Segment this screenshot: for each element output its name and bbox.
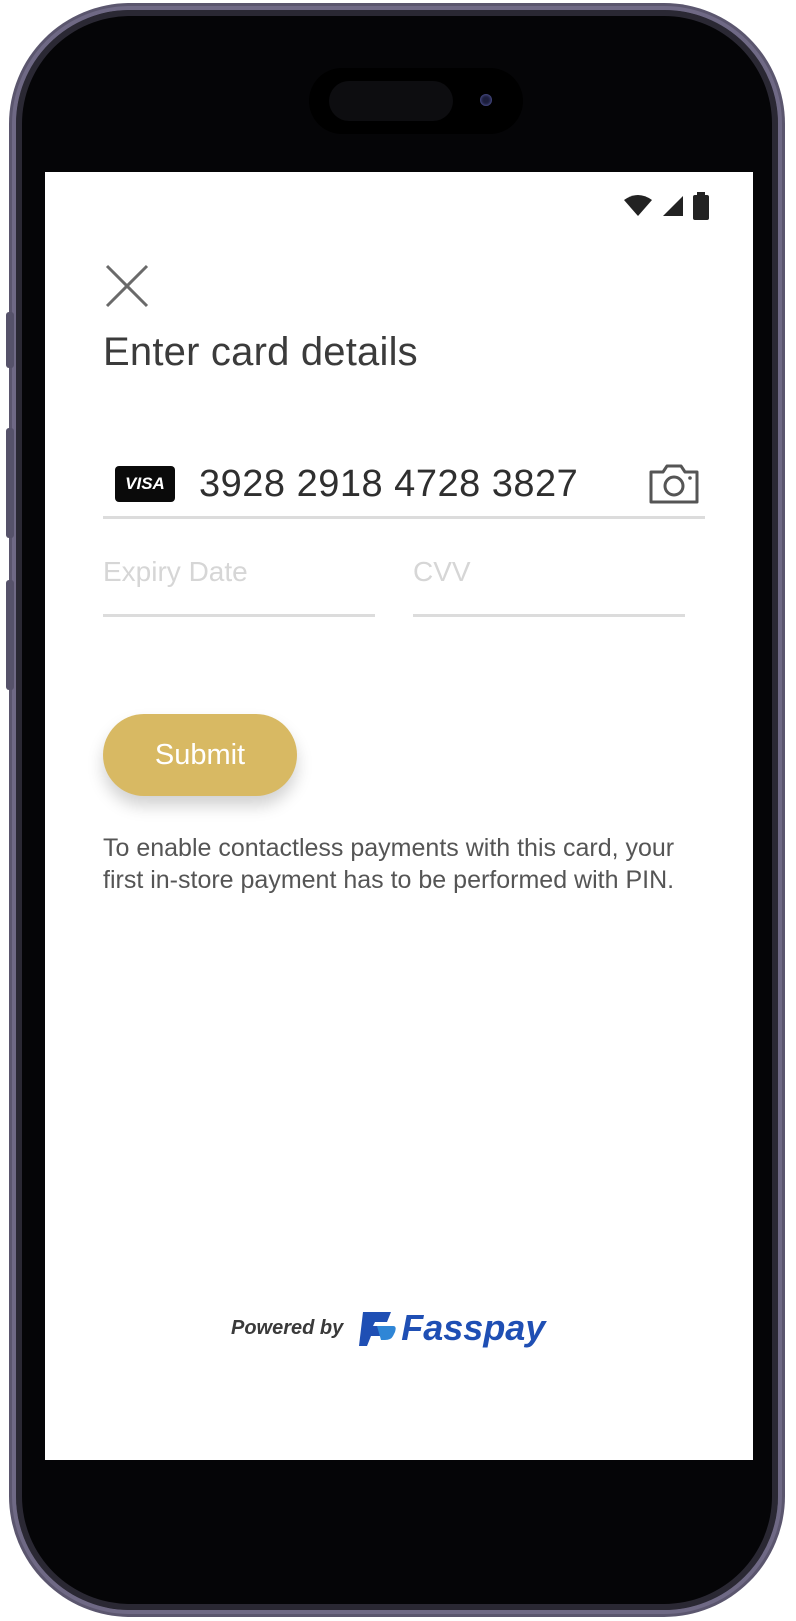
cvv-input[interactable] [413, 556, 685, 588]
expiry-date-input[interactable] [103, 556, 375, 588]
card-number-input[interactable] [199, 458, 639, 510]
visa-logo: VISA [115, 466, 175, 502]
battery-icon [693, 192, 709, 220]
island-sensor [329, 81, 453, 121]
powered-by: Powered by Fasspay [231, 1307, 545, 1349]
front-camera [480, 94, 492, 106]
contactless-notice: To enable contactless payments with this… [103, 834, 675, 894]
camera-icon [649, 464, 699, 504]
page-title: Enter card details [103, 330, 418, 374]
close-icon [105, 264, 149, 308]
fasspay-mark-icon [359, 1312, 396, 1346]
scan-card-button[interactable] [647, 462, 701, 506]
expiry-date-field[interactable] [103, 540, 375, 617]
wifi-icon [624, 195, 652, 216]
powered-by-label: Powered by [231, 1316, 344, 1339]
card-number-field[interactable]: VISA [103, 458, 705, 519]
fasspay-wordmark: Fasspay [401, 1307, 546, 1348]
cvv-field[interactable] [413, 540, 685, 617]
status-bar [623, 192, 709, 220]
side-button [6, 580, 14, 690]
dynamic-island [309, 68, 523, 134]
side-button [6, 312, 14, 368]
submit-button[interactable]: Submit [103, 714, 297, 796]
fasspay-logo: Fasspay [357, 1307, 545, 1349]
side-button [6, 428, 14, 538]
app-screen: Enter card details VISA Submit To enable… [45, 172, 753, 1460]
signal-icon [663, 196, 683, 216]
close-button[interactable] [103, 262, 151, 310]
